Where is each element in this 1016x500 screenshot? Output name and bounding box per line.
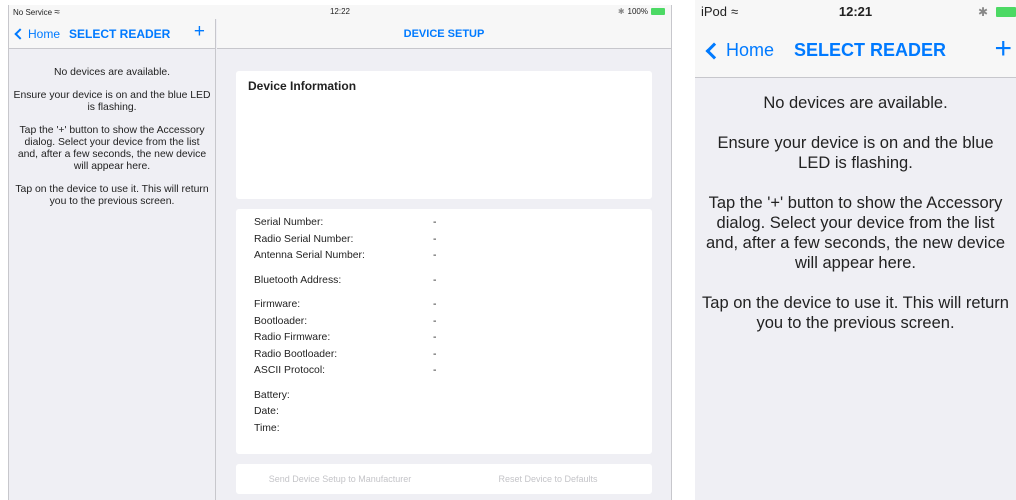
ipod-header: iPod ≈ 12:21 ✱ Home SELECT READER + bbox=[695, 0, 1016, 78]
field-label: Date: bbox=[254, 406, 279, 417]
field-row: Bluetooth Address: - bbox=[236, 275, 652, 292]
field-label: Antenna Serial Number: bbox=[254, 250, 365, 261]
field-value: - bbox=[433, 299, 437, 310]
device-fields-card: Serial Number: - Radio Serial Number: - An… bbox=[236, 209, 652, 454]
detail-panel: DEVICE SETUP Device Information Serial N… bbox=[217, 19, 671, 500]
field-value: - bbox=[433, 274, 437, 286]
home-back-button[interactable]: Home bbox=[13, 27, 60, 41]
field-label: Firmware: bbox=[254, 299, 301, 310]
chevron-left-icon bbox=[705, 42, 723, 59]
detail-nav-bar: DEVICE SETUP bbox=[217, 19, 671, 49]
device-info-heading: Device Information bbox=[248, 79, 357, 93]
master-panel: Home SELECT READER + No devices are avai… bbox=[9, 19, 216, 500]
page-title: SELECT READER bbox=[69, 27, 171, 41]
field-row: ASCII Protocol: - bbox=[236, 365, 652, 382]
message-line: Tap the '+' button to show the Accessory… bbox=[705, 194, 1005, 272]
add-device-button[interactable]: + bbox=[194, 22, 205, 42]
home-back-button[interactable]: Home bbox=[703, 40, 774, 61]
field-row: Radio Bootloader: - bbox=[236, 349, 652, 366]
field-label: Radio Bootloader: bbox=[254, 348, 338, 360]
field-row: Firmware: - bbox=[236, 299, 652, 316]
ipod-status-bar: iPod ≈ 12:21 ✱ bbox=[695, 4, 1016, 24]
back-label: Home bbox=[28, 27, 61, 41]
message-line: No devices are available. bbox=[53, 67, 171, 78]
battery-icon bbox=[651, 8, 665, 15]
bluetooth-icon: ✱ bbox=[977, 5, 988, 19]
field-label: ASCII Protocol: bbox=[254, 365, 326, 376]
bluetooth-icon: ✱ bbox=[617, 7, 625, 16]
status-right: ✱ bbox=[978, 5, 1016, 19]
field-row: Serial Number: - bbox=[236, 217, 652, 234]
field-row: Date: bbox=[236, 406, 652, 423]
field-value: - bbox=[433, 365, 437, 376]
message-line: Tap on the device to use it. This will r… bbox=[702, 294, 1009, 332]
page-title: SELECT READER bbox=[794, 40, 947, 60]
battery-percent: 100% bbox=[627, 7, 648, 16]
send-setup-button[interactable]: Send Device Setup to Manufacturer bbox=[236, 464, 444, 494]
reset-defaults-button[interactable]: Reset Device to Defaults bbox=[444, 464, 652, 494]
empty-message: No devices are available. Ensure your de… bbox=[695, 78, 1016, 333]
message-line: Ensure your device is on and the blue LE… bbox=[13, 90, 211, 113]
status-right: ✱ 100% bbox=[618, 7, 665, 16]
field-label: Serial Number: bbox=[254, 217, 324, 228]
field-label: Battery: bbox=[254, 389, 290, 401]
empty-message: No devices are available. Ensure your de… bbox=[9, 49, 215, 208]
message-line: Tap on the device to use it. This will r… bbox=[15, 184, 209, 207]
message-line: No devices are available. bbox=[763, 94, 948, 112]
field-value: - bbox=[433, 233, 437, 245]
device-info-card: Device Information bbox=[236, 71, 652, 199]
battery-icon bbox=[996, 7, 1016, 17]
field-row: Radio Serial Number: - bbox=[236, 234, 652, 251]
field-value: - bbox=[433, 332, 437, 343]
message-line: Ensure your device is on and the blue LE… bbox=[717, 134, 994, 172]
field-label: Radio Firmware: bbox=[254, 332, 331, 343]
detail-title: DEVICE SETUP bbox=[403, 28, 485, 40]
field-label: Bootloader: bbox=[254, 315, 308, 327]
field-value: - bbox=[433, 315, 437, 327]
ipad-status-bar: No Service ≈ 12:22 ✱ 100% bbox=[9, 5, 671, 19]
field-value: - bbox=[433, 217, 437, 228]
back-label: Home bbox=[726, 40, 775, 60]
field-row: Radio Firmware: - bbox=[236, 332, 652, 349]
status-time: 12:21 bbox=[838, 4, 873, 19]
field-label: Time: bbox=[254, 422, 280, 434]
master-nav-bar: Home SELECT READER + bbox=[9, 19, 215, 49]
field-label: Bluetooth Address: bbox=[254, 274, 342, 286]
ipod-nav-bar: Home SELECT READER + bbox=[695, 30, 1016, 70]
field-row: Time: bbox=[236, 423, 652, 440]
action-buttons-card: Send Device Setup to Manufacturer Reset … bbox=[236, 464, 652, 494]
ipad-screenshot: No Service ≈ 12:22 ✱ 100% Home SELECT RE… bbox=[8, 5, 672, 500]
field-value: - bbox=[433, 250, 437, 261]
field-label: Radio Serial Number: bbox=[254, 233, 354, 245]
chevron-left-icon bbox=[14, 28, 26, 40]
field-value: - bbox=[433, 348, 437, 360]
status-time: 12:22 bbox=[329, 7, 351, 16]
ipod-screenshot: iPod ≈ 12:21 ✱ Home SELECT READER + No d… bbox=[695, 0, 1016, 500]
add-device-button[interactable]: + bbox=[994, 33, 1012, 65]
field-row: Bootloader: - bbox=[236, 316, 652, 333]
message-line: Tap the '+' button to show the Accessory… bbox=[17, 125, 207, 172]
field-row: Battery: bbox=[236, 390, 652, 407]
field-row: Antenna Serial Number: - bbox=[236, 250, 652, 267]
